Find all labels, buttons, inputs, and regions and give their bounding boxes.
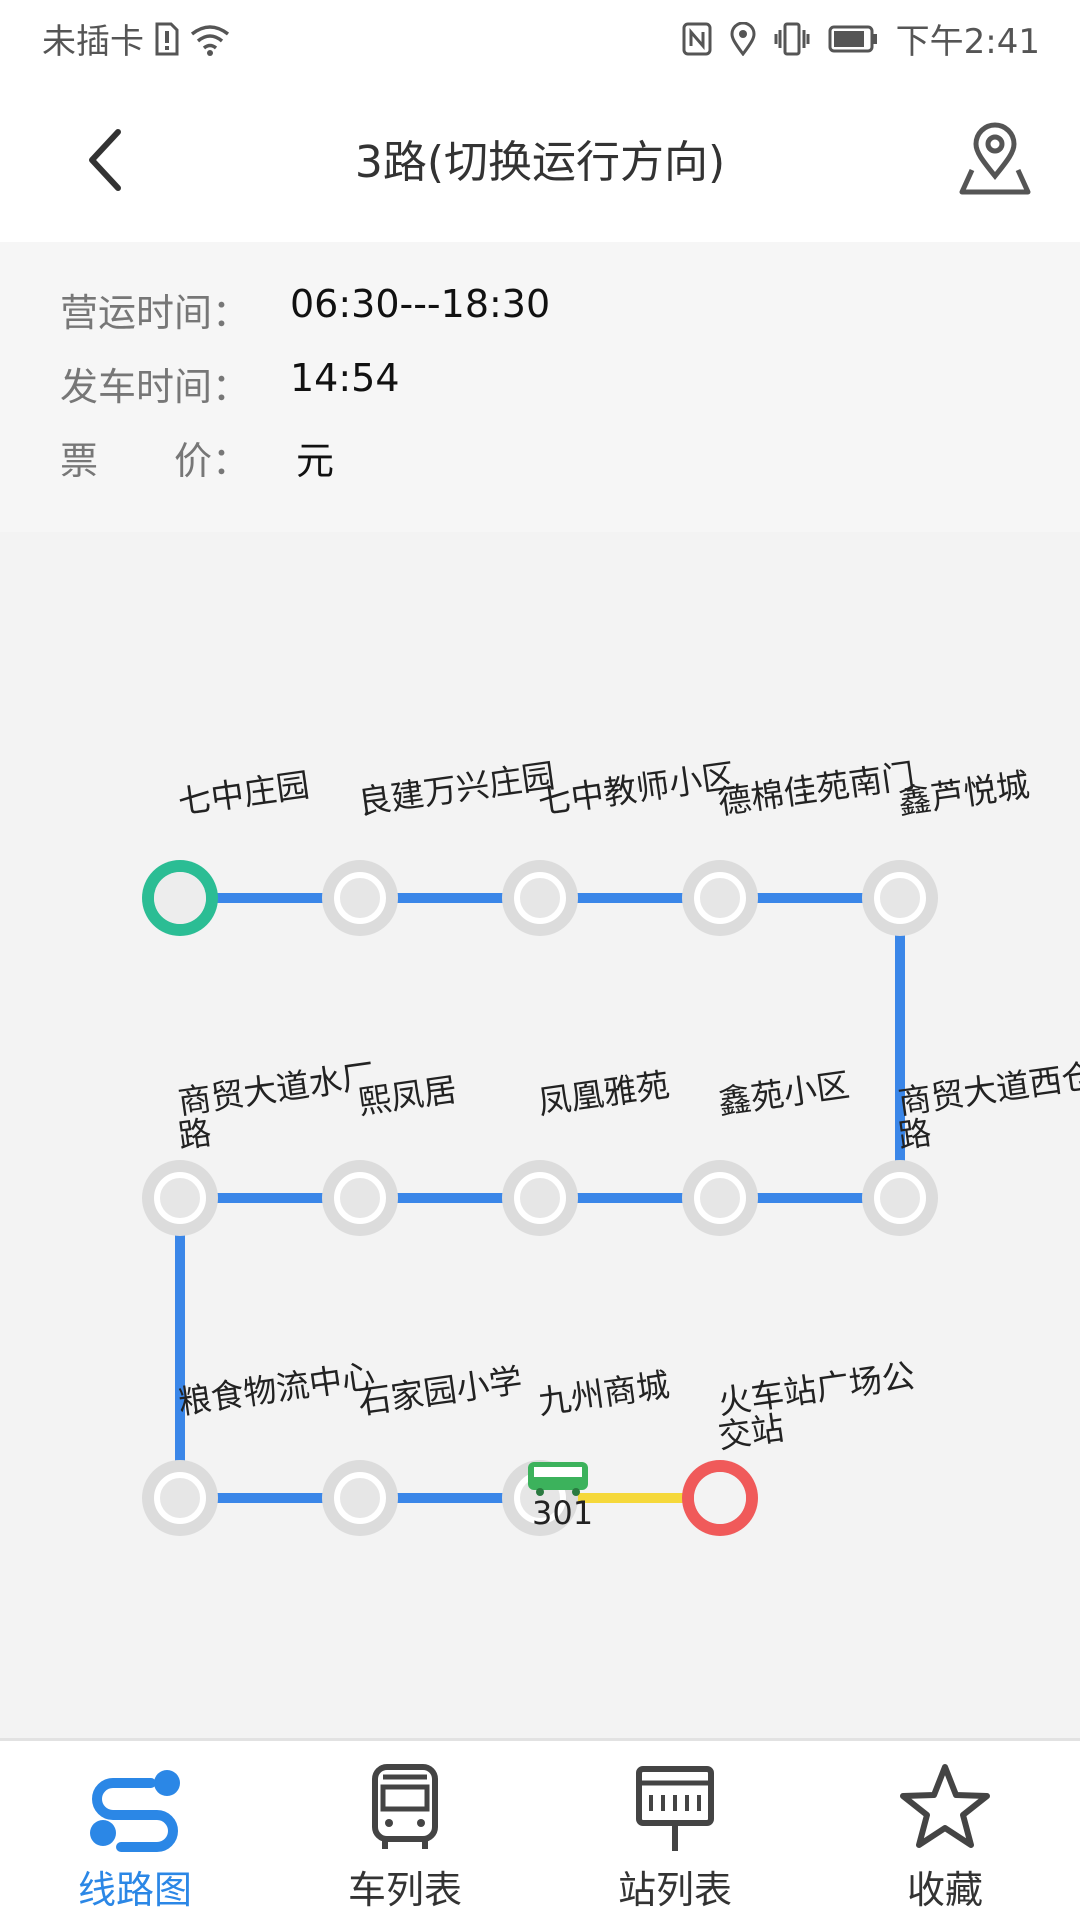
nav-label: 收藏 bbox=[906, 1868, 983, 1912]
bottom-nav: 线路图 车列表 站列表 收藏 bbox=[0, 1738, 1080, 1923]
map-pin-icon bbox=[959, 122, 1031, 195]
clock-text: 下午2:41 bbox=[895, 22, 1040, 62]
route-icon bbox=[90, 1770, 180, 1852]
stop-label[interactable]: 德棉佳苑南门 bbox=[716, 756, 918, 822]
stop-marker[interactable] bbox=[694, 872, 746, 924]
stop-marker[interactable] bbox=[874, 872, 926, 924]
bus-front-icon bbox=[372, 1764, 438, 1849]
stop-label[interactable]: 石家园小学 bbox=[356, 1360, 525, 1422]
stop-marker[interactable] bbox=[874, 1172, 926, 1224]
stop-label[interactable]: 火车站广场公 bbox=[716, 1356, 918, 1422]
stop-marker[interactable] bbox=[514, 1172, 566, 1224]
nav-favorites[interactable]: 收藏 bbox=[810, 1741, 1080, 1923]
stop-marker-center bbox=[694, 1472, 746, 1524]
nav-label: 车列表 bbox=[347, 1868, 462, 1912]
bus-number[interactable]: 301 bbox=[532, 1494, 593, 1532]
route-map[interactable]: 七中庄园 良建万兴庄园 七中教师小区 德棉佳苑南门 鑫芦悦城 商贸大道西仓路鑫苑小区 凤凰雅… bbox=[0, 532, 1080, 1738]
nav-bus-list[interactable]: 车列表 bbox=[270, 1741, 540, 1923]
stop-marker[interactable] bbox=[154, 1172, 206, 1224]
service-hours-label: 营运时间： bbox=[60, 291, 251, 335]
stop-label[interactable]: 鑫苑小区 bbox=[716, 1065, 852, 1122]
service-hours-value: 06:30---18:30 bbox=[290, 282, 551, 326]
status-right: 下午2:41 bbox=[682, 14, 1040, 63]
battery-icon bbox=[828, 25, 877, 52]
station-sign-icon bbox=[636, 1766, 714, 1851]
nav-label: 站列表 bbox=[617, 1868, 732, 1912]
stop-label[interactable]: 七中教师小区 bbox=[536, 756, 738, 822]
nfc-icon bbox=[682, 22, 712, 55]
departure-value: 14:54 bbox=[290, 356, 400, 400]
stop-label[interactable]: 九州商城 bbox=[536, 1365, 672, 1422]
page-title[interactable]: 3路(切换运行方向) bbox=[0, 126, 1080, 190]
stop-label[interactable]: 七中庄园 bbox=[176, 765, 312, 822]
stop-marker[interactable] bbox=[694, 1172, 746, 1224]
stop-marker[interactable] bbox=[334, 872, 386, 924]
stop-label[interactable]: 良建万兴庄园 bbox=[356, 756, 558, 822]
bus-icon-window bbox=[534, 1467, 582, 1477]
sim-alert-icon bbox=[155, 22, 179, 55]
header: 3路(切换运行方向) bbox=[0, 76, 1080, 242]
stop-marker[interactable] bbox=[154, 1472, 206, 1524]
stop-label[interactable]: 商贸大道水厂 bbox=[176, 1056, 378, 1122]
stop-marker[interactable] bbox=[334, 1472, 386, 1524]
route-diagram[interactable]: 七中庄园 良建万兴庄园七中教师小区德棉佳苑南门鑫芦悦城商贸大道西仓路鑫苑小区凤凰雅… bbox=[0, 532, 1080, 1738]
nav-label: 线路图 bbox=[77, 1868, 192, 1912]
departure-label: 发车时间： bbox=[60, 365, 251, 409]
stop-label-line2[interactable]: 路 bbox=[176, 1113, 214, 1156]
fare-value: 元 bbox=[296, 439, 335, 483]
status-bar: 未插卡 下午2:41 bbox=[0, 0, 1080, 76]
star-icon bbox=[900, 1764, 990, 1848]
stop-label-line2[interactable]: 路 bbox=[896, 1113, 934, 1156]
map-button[interactable] bbox=[958, 120, 1032, 200]
location-icon bbox=[730, 21, 756, 56]
stop-marker[interactable] bbox=[334, 1172, 386, 1224]
stop-label[interactable]: 鑫芦悦城 bbox=[896, 765, 1032, 822]
vibrate-icon bbox=[774, 22, 810, 55]
stop-label[interactable]: 商贸大道西仓 bbox=[896, 1056, 1080, 1122]
nav-route-map[interactable]: 线路图 bbox=[0, 1741, 270, 1923]
route-info-panel: 营运时间： 06:30---18:30 发车时间： 14:54 票 价： 元 bbox=[0, 242, 1080, 532]
stop-label[interactable]: 凤凰雅苑 bbox=[536, 1065, 672, 1122]
stop-label-line2[interactable]: 交站 bbox=[716, 1408, 787, 1456]
nav-station-list[interactable]: 站列表 bbox=[540, 1741, 810, 1923]
stop-marker-center bbox=[154, 872, 206, 924]
carrier-text: 未插卡 bbox=[42, 22, 144, 62]
stop-marker[interactable] bbox=[514, 872, 566, 924]
wifi-icon bbox=[190, 24, 230, 56]
status-left: 未插卡 bbox=[42, 14, 230, 63]
stop-label[interactable]: 粮食物流中心 bbox=[176, 1356, 378, 1422]
fare-label: 票 价： bbox=[60, 439, 251, 483]
